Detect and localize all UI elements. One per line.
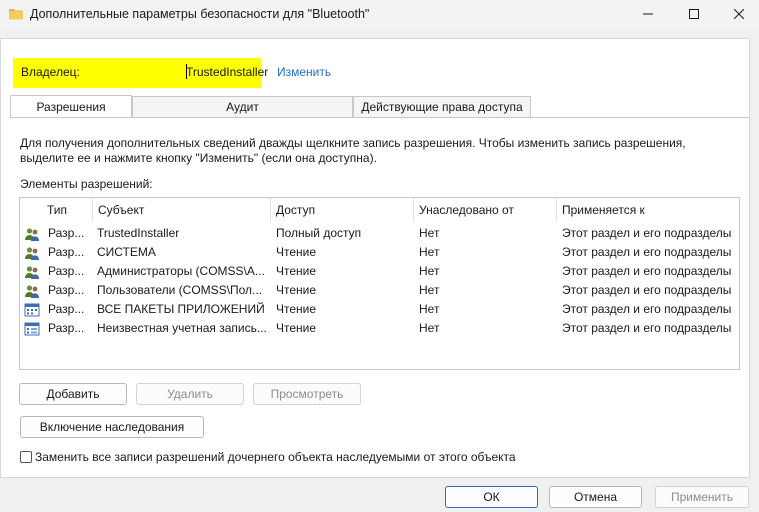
cell-access: Полный доступ: [276, 226, 362, 240]
cell-subject: Администраторы (COMSS\А...: [97, 264, 265, 278]
permissions-list-label: Элементы разрешений:: [20, 177, 153, 191]
cell-applies: Этот раздел и его подразделы: [562, 245, 732, 259]
maximize-button[interactable]: [671, 0, 717, 30]
close-icon: [733, 8, 745, 22]
table-row[interactable]: Разр... Неизвестная учетная запись... Чтен…: [20, 319, 739, 338]
cell-inherited: Нет: [419, 283, 440, 297]
cell-applies: Этот раздел и его подразделы: [562, 321, 732, 335]
list-header: Тип Субъект Доступ Унаследовано от Приме…: [20, 198, 739, 222]
replace-child-permissions-label[interactable]: Заменить все записи разрешений дочернего…: [35, 450, 516, 464]
cell-inherited: Нет: [419, 321, 440, 335]
cell-inherited: Нет: [419, 226, 440, 240]
cell-applies: Этот раздел и его подразделы: [562, 264, 732, 278]
column-header-subject[interactable]: Субъект: [92, 198, 270, 222]
enable-inheritance-button[interactable]: Включение наследования: [20, 416, 204, 438]
minimize-icon: [643, 8, 653, 22]
cancel-button[interactable]: Отмена: [549, 486, 642, 508]
cell-inherited: Нет: [419, 264, 440, 278]
owner-value: TrustedInstaller: [186, 65, 269, 79]
window-title: Дополнительные параметры безопасности дл…: [30, 7, 370, 21]
cell-type: Разр...: [48, 321, 85, 335]
unknown-account-icon: [24, 321, 40, 337]
tab-divider: [10, 117, 750, 118]
cell-applies: Этот раздел и его подразделы: [562, 283, 732, 297]
folder-icon: [8, 7, 24, 24]
apply-button[interactable]: Применить: [655, 486, 749, 508]
app-packages-icon: [24, 302, 40, 318]
table-row[interactable]: Разр... TrustedInstaller Полный доступ Нет Э…: [20, 224, 739, 243]
add-button[interactable]: Добавить: [19, 383, 127, 405]
cell-access: Чтение: [276, 245, 317, 259]
maximize-icon: [689, 8, 699, 22]
cell-inherited: Нет: [419, 302, 440, 316]
column-header-applies[interactable]: Применяется к: [556, 198, 739, 222]
cell-type: Разр...: [48, 226, 85, 240]
table-row[interactable]: Разр... Администраторы (COMSS\А... Чтение Н…: [20, 262, 739, 281]
cell-access: Чтение: [276, 283, 317, 297]
table-row[interactable]: Разр... Пользователи (COMSS\Пол... Чтение Н…: [20, 281, 739, 300]
owner-change-link[interactable]: Изменить: [277, 65, 331, 79]
cell-subject: Неизвестная учетная запись...: [97, 321, 267, 335]
cell-subject: СИСТЕМА: [97, 245, 156, 259]
table-row[interactable]: Разр... ВСЕ ПАКЕТЫ ПРИЛОЖЕНИЙ Чтение Нет Это…: [20, 300, 739, 319]
tab-effective-access[interactable]: Действующие права доступа: [353, 96, 531, 117]
cell-subject: TrustedInstaller: [97, 226, 180, 240]
users-group-icon: [24, 245, 40, 261]
owner-label: Владелец:: [21, 65, 80, 79]
users-group-icon: [24, 226, 40, 242]
cell-subject: ВСЕ ПАКЕТЫ ПРИЛОЖЕНИЙ: [97, 302, 265, 316]
cell-type: Разр...: [48, 264, 85, 278]
users-group-icon: [24, 283, 40, 299]
tab-permissions[interactable]: Разрешения: [10, 95, 132, 118]
minimize-button[interactable]: [625, 0, 671, 30]
cell-applies: Этот раздел и его подразделы: [562, 226, 732, 240]
table-row[interactable]: Разр... СИСТЕМА Чтение Нет Этот раздел и его…: [20, 243, 739, 262]
cell-type: Разр...: [48, 302, 85, 316]
close-button[interactable]: [716, 0, 759, 30]
permissions-list[interactable]: Тип Субъект Доступ Унаследовано от Приме…: [19, 197, 740, 370]
description-text: Для получения дополнительных сведений дв…: [20, 136, 686, 165]
ok-button[interactable]: ОК: [445, 486, 538, 508]
remove-button[interactable]: Удалить: [136, 383, 244, 405]
title-bar: Дополнительные параметры безопасности дл…: [0, 0, 759, 30]
tab-audit[interactable]: Аудит: [132, 96, 353, 117]
column-header-type[interactable]: Тип: [41, 198, 93, 222]
cell-type: Разр...: [48, 283, 85, 297]
view-button[interactable]: Просмотреть: [253, 383, 361, 405]
users-group-icon: [24, 264, 40, 280]
text-cursor: [186, 64, 187, 79]
cell-access: Чтение: [276, 264, 317, 278]
cell-access: Чтение: [276, 302, 317, 316]
cell-inherited: Нет: [419, 245, 440, 259]
cell-applies: Этот раздел и его подразделы: [562, 302, 732, 316]
column-header-access[interactable]: Доступ: [270, 198, 413, 222]
cell-subject: Пользователи (COMSS\Пол...: [97, 283, 263, 297]
cell-access: Чтение: [276, 321, 317, 335]
column-header-inherited[interactable]: Унаследовано от: [413, 198, 556, 222]
replace-child-permissions-checkbox[interactable]: [20, 451, 32, 463]
cell-type: Разр...: [48, 245, 85, 259]
